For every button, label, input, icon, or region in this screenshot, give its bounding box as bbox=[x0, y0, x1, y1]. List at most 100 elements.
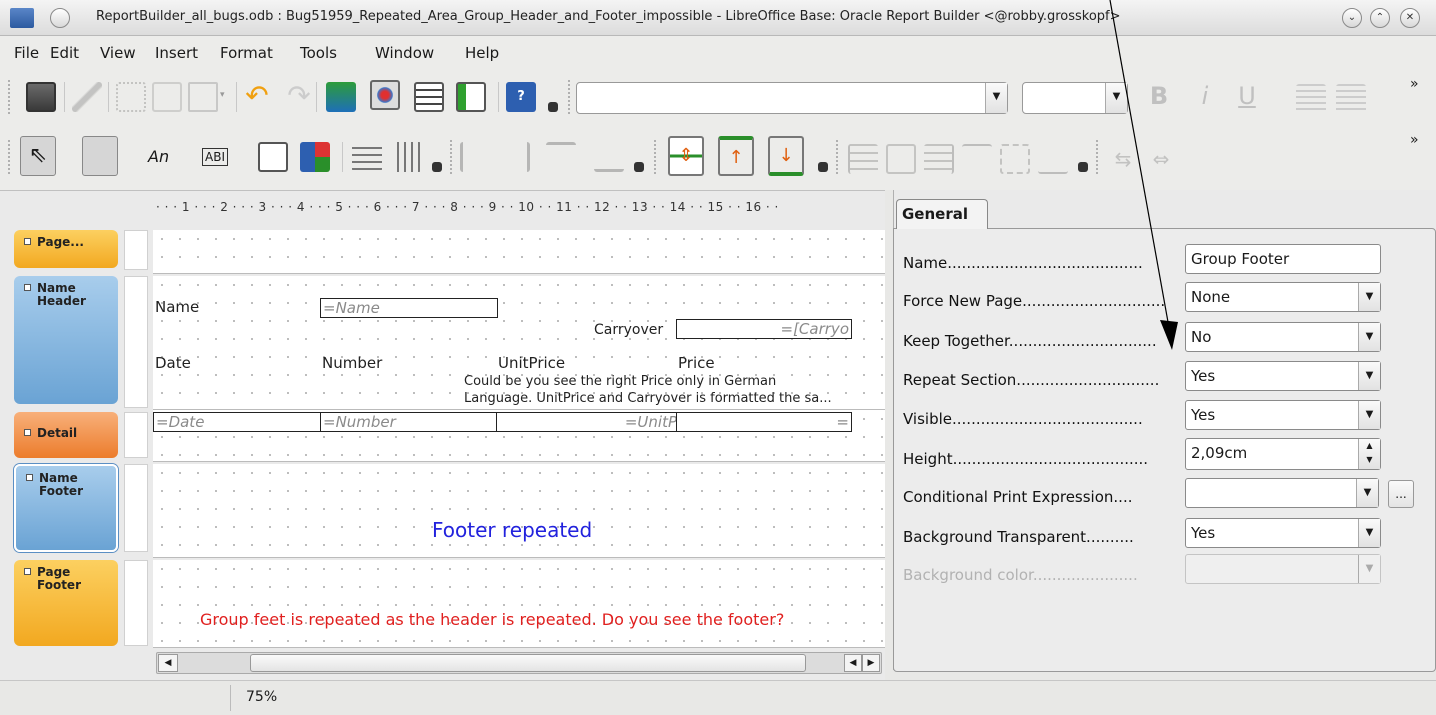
font-name-combobox[interactable]: ▼ bbox=[576, 82, 1008, 114]
note-text-line2[interactable]: Language. UnitPrice and Carryover is for… bbox=[464, 391, 884, 407]
align-top-icon[interactable] bbox=[962, 144, 992, 174]
collapse-toggle-icon[interactable] bbox=[24, 429, 31, 436]
underline-icon[interactable]: U bbox=[1232, 82, 1262, 112]
text-box-icon[interactable]: ABI bbox=[202, 142, 242, 172]
close-button[interactable]: ✕ bbox=[1400, 8, 1420, 28]
date-column-label[interactable]: Date bbox=[155, 354, 191, 372]
collapse-toggle-icon[interactable] bbox=[24, 284, 31, 291]
repeat-section-select[interactable]: Yes ▼ bbox=[1185, 361, 1381, 391]
vertical-line-icon[interactable] bbox=[392, 142, 422, 172]
name-header-canvas[interactable] bbox=[153, 276, 885, 410]
collapse-toggle-icon[interactable] bbox=[26, 474, 33, 481]
edit-mode-icon[interactable] bbox=[72, 82, 102, 112]
toolbar-overflow-icon[interactable]: » bbox=[1410, 76, 1430, 116]
menu-edit[interactable]: Edit bbox=[50, 44, 79, 62]
paste-icon[interactable] bbox=[188, 82, 218, 112]
chevron-down-icon[interactable]: ▼ bbox=[1358, 283, 1380, 311]
unitprice-column-label[interactable]: UnitPrice bbox=[498, 354, 565, 372]
toolbar-grip[interactable] bbox=[836, 140, 840, 174]
chevron-down-icon[interactable]: ▼ bbox=[985, 83, 1007, 113]
control-properties-icon[interactable] bbox=[82, 136, 118, 176]
report-header-footer-icon[interactable] bbox=[456, 82, 486, 112]
pin-button[interactable] bbox=[50, 8, 70, 28]
chevron-down-icon[interactable]: ▼ bbox=[1358, 401, 1380, 429]
zoom-level[interactable]: 75% bbox=[246, 689, 277, 705]
label-field-icon[interactable]: An bbox=[148, 142, 188, 172]
menu-tools[interactable]: Tools bbox=[300, 44, 337, 62]
page-footer-canvas[interactable] bbox=[153, 560, 885, 648]
tab-general[interactable]: General bbox=[896, 199, 988, 229]
page-footer-label[interactable]: Group feet is repeated as the header is … bbox=[200, 610, 784, 629]
sorting-grouping-icon[interactable] bbox=[370, 80, 400, 110]
background-transparent-select[interactable]: Yes ▼ bbox=[1185, 518, 1381, 548]
toolbar-overflow-icon[interactable] bbox=[548, 102, 558, 112]
save-icon[interactable] bbox=[26, 82, 56, 112]
page-header-footer-icon[interactable] bbox=[414, 82, 444, 112]
footer-repeated-label[interactable]: Footer repeated bbox=[432, 518, 592, 542]
section-label-name-header[interactable]: Name Header bbox=[14, 276, 118, 404]
name-input[interactable]: Group Footer bbox=[1185, 244, 1381, 274]
help-icon[interactable]: ? bbox=[506, 82, 536, 112]
keep-together-select[interactable]: No ▼ bbox=[1185, 322, 1381, 352]
number-field[interactable]: =Number bbox=[320, 412, 498, 432]
align-bottom-edge-icon[interactable] bbox=[594, 142, 624, 172]
toolbar-grip[interactable] bbox=[8, 80, 12, 114]
menu-format[interactable]: Format bbox=[220, 44, 273, 62]
scroll-right-button[interactable]: ▶ bbox=[862, 654, 880, 672]
center-horizontally-icon[interactable] bbox=[886, 144, 916, 174]
align-right-icon[interactable] bbox=[924, 144, 954, 174]
align-left-icon[interactable] bbox=[1296, 84, 1326, 114]
carryover-field[interactable]: =[Carryo bbox=[676, 319, 852, 339]
undo-icon[interactable]: ↶ bbox=[242, 82, 272, 112]
scroll-left-small-button[interactable]: ◀ bbox=[844, 654, 862, 672]
scrollbar-thumb[interactable] bbox=[250, 654, 806, 672]
unitprice-field[interactable]: =UnitP bbox=[496, 412, 678, 432]
toolbar-overflow-icon[interactable] bbox=[432, 162, 442, 172]
align-left-icon[interactable] bbox=[848, 144, 878, 174]
shrink-section-icon[interactable]: ⇕ bbox=[668, 136, 704, 176]
page-header-canvas[interactable] bbox=[153, 230, 885, 274]
menu-insert[interactable]: Insert bbox=[155, 44, 198, 62]
toolbar-overflow-icon[interactable] bbox=[634, 162, 644, 172]
toolbar-grip[interactable] bbox=[568, 80, 572, 114]
menu-help[interactable]: Help bbox=[465, 44, 499, 62]
section-label-page-header[interactable]: Page... bbox=[14, 230, 118, 268]
align-bottom-icon[interactable] bbox=[1038, 144, 1068, 174]
toolbar-overflow-icon[interactable]: » bbox=[1410, 132, 1430, 176]
toolbar-grip[interactable] bbox=[8, 140, 12, 174]
menu-file[interactable]: File bbox=[14, 44, 39, 62]
minimize-button[interactable]: ⌄ bbox=[1342, 8, 1362, 28]
conditional-print-combobox[interactable]: ▼ bbox=[1185, 478, 1379, 508]
toolbar-grip[interactable] bbox=[450, 140, 454, 174]
force-new-page-select[interactable]: None ▼ bbox=[1185, 282, 1381, 312]
conditional-print-ellipsis-button[interactable]: ... bbox=[1388, 480, 1414, 508]
carryover-label[interactable]: Carryover bbox=[594, 322, 663, 338]
name-footer-canvas[interactable] bbox=[153, 464, 885, 558]
name-field[interactable]: =Name bbox=[320, 298, 498, 318]
visible-select[interactable]: Yes ▼ bbox=[1185, 400, 1381, 430]
section-label-name-footer[interactable]: Name Footer bbox=[14, 464, 118, 552]
chevron-down-icon[interactable]: ▼ bbox=[1358, 323, 1380, 351]
number-column-label[interactable]: Number bbox=[322, 354, 382, 372]
toolbar-overflow-icon[interactable] bbox=[818, 162, 828, 172]
background-color-select[interactable]: ▼ bbox=[1185, 554, 1381, 584]
toolbar-overflow-icon[interactable] bbox=[1078, 162, 1088, 172]
section-label-page-footer[interactable]: Page Footer bbox=[14, 560, 118, 646]
chevron-down-icon[interactable]: ▼ bbox=[1358, 362, 1380, 390]
cut-icon[interactable] bbox=[116, 82, 146, 112]
collapse-toggle-icon[interactable] bbox=[24, 568, 31, 575]
paste-dropdown-icon[interactable]: ▾ bbox=[220, 90, 232, 102]
price-field[interactable]: = bbox=[676, 412, 852, 432]
note-text-line1[interactable]: Could be you see the right Price only in… bbox=[464, 374, 776, 389]
height-spinner[interactable]: 2,09cm ▲ ▼ bbox=[1185, 438, 1381, 470]
spin-up-down-icon[interactable]: ▲ ▼ bbox=[1358, 439, 1380, 469]
shrink-from-bottom-icon[interactable]: ↓ bbox=[768, 136, 804, 176]
menu-window[interactable]: Window bbox=[375, 44, 434, 62]
date-field[interactable]: =Date bbox=[153, 412, 322, 432]
price-column-label[interactable]: Price bbox=[678, 354, 715, 372]
menu-view[interactable]: View bbox=[100, 44, 136, 62]
name-label[interactable]: Name bbox=[155, 298, 199, 316]
chevron-down-icon[interactable]: ▼ bbox=[1356, 479, 1378, 507]
add-field-icon[interactable] bbox=[326, 82, 356, 112]
copy-icon[interactable] bbox=[152, 82, 182, 112]
